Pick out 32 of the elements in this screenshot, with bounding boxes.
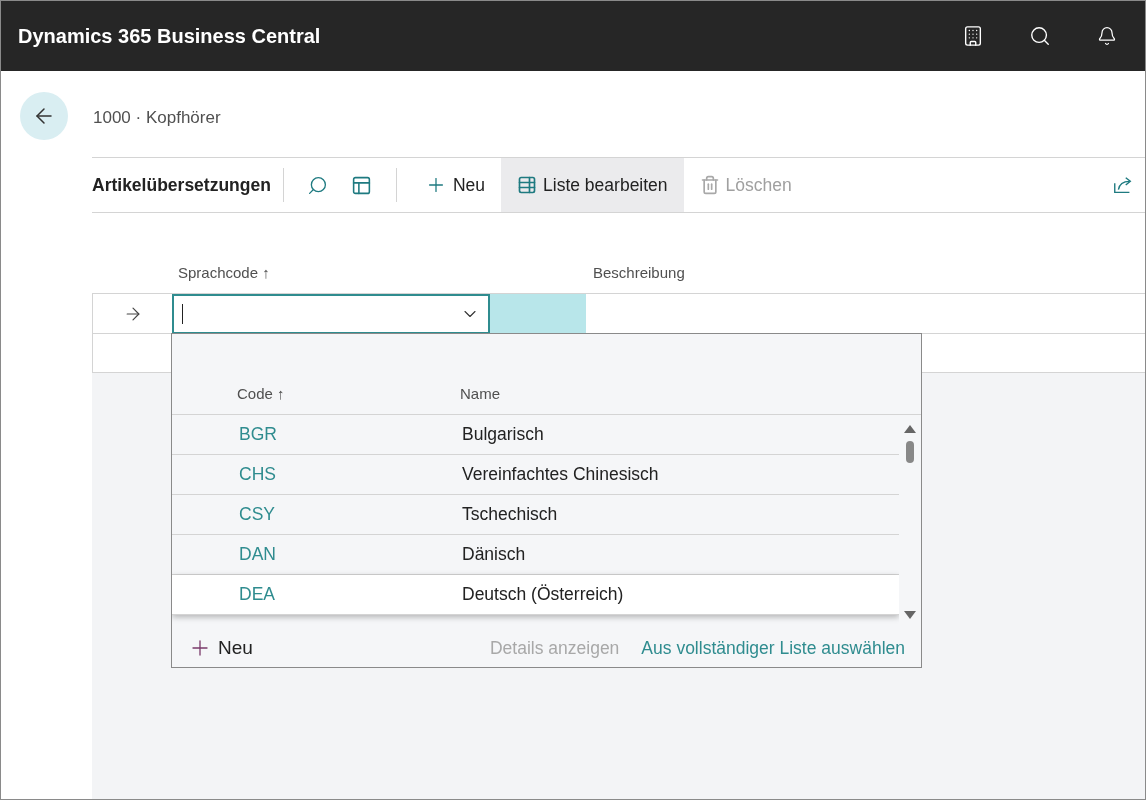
scrollbar-thumb[interactable]: [906, 441, 914, 463]
lookup-row[interactable]: CSY Tschechisch: [172, 495, 899, 535]
select-from-full-list-link[interactable]: Aus vollständiger Liste auswählen: [641, 637, 905, 659]
language-name: Deutsch (Österreich): [462, 584, 624, 605]
breadcrumb: 1000 · Kopfhörer: [93, 108, 222, 128]
lookup-row[interactable]: DEA Deutsch (Österreich): [172, 575, 899, 615]
trash-icon: [699, 175, 720, 195]
language-code-field[interactable]: [172, 294, 490, 334]
app-title: Dynamics 365 Business Central: [18, 24, 322, 48]
column-header[interactable]: Sprachcode ↑: [178, 264, 593, 281]
column-header[interactable]: Name: [460, 385, 683, 402]
lookup-row[interactable]: CHS Vereinfachtes Chinesisch: [172, 455, 899, 495]
new-button[interactable]: Neu: [188, 636, 253, 660]
language-name: Vereinfachtes Chinesisch: [462, 464, 659, 485]
column-header[interactable]: Code ↑: [237, 385, 460, 402]
page-title: Artikelübersetzungen: [92, 174, 271, 196]
action-button[interactable]: Liste bearbeiten: [501, 158, 684, 212]
language-code: CHS: [239, 464, 277, 485]
scroll-down-icon[interactable]: [904, 611, 916, 619]
column-header[interactable]: Beschreibung: [593, 264, 1008, 281]
scroll-up-icon[interactable]: [904, 425, 916, 433]
action-button[interactable]: Neu: [408, 158, 502, 212]
language-code: DAN: [239, 544, 277, 565]
lookup-row[interactable]: BGR Bulgarisch: [172, 415, 899, 455]
language-name: Tschechisch: [462, 504, 558, 525]
back-button[interactable]: [20, 92, 68, 140]
table-edit-icon: [517, 175, 538, 195]
language-name: Bulgarisch: [462, 424, 544, 445]
language-code: DEA: [239, 584, 276, 605]
language-code: CSY: [239, 504, 276, 525]
language-code: BGR: [239, 424, 278, 445]
language-name: Dänisch: [462, 544, 526, 565]
